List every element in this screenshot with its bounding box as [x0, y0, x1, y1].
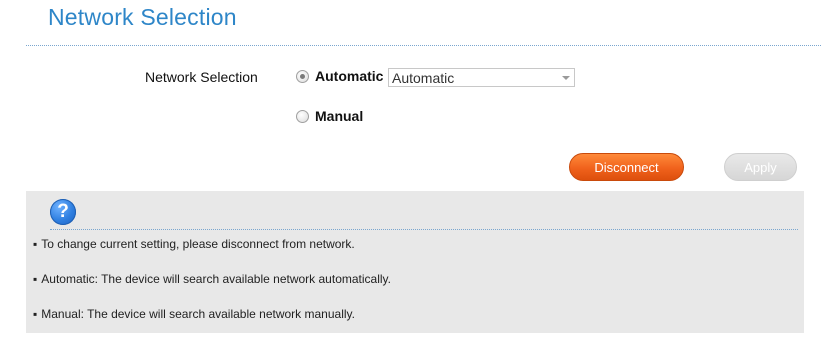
manual-radio-button[interactable] — [296, 109, 309, 123]
network-selection-label: Network Selection — [145, 69, 258, 85]
bullet-icon: ▪ — [33, 307, 38, 321]
help-text-line: ▪ Automatic: The device will search avail… — [33, 272, 391, 286]
help-divider — [50, 229, 798, 230]
manual-radio-label: Manual — [315, 108, 364, 124]
help-text: To change current setting, please discon… — [41, 237, 355, 251]
help-text: Manual: The device will search available… — [41, 307, 355, 321]
automatic-radio-label: Automatic — [315, 68, 384, 84]
help-text: Automatic: The device will search availa… — [41, 272, 391, 286]
title-divider — [26, 45, 821, 46]
help-text-line: ▪ Manual: The device will search availabl… — [33, 307, 355, 321]
apply-button[interactable]: Apply — [724, 153, 797, 181]
page-title: Network Selection — [48, 4, 237, 30]
bullet-icon: ▪ — [33, 237, 38, 251]
manual-radio-option[interactable]: Manual — [296, 108, 363, 124]
automatic-radio-option[interactable]: Automatic — [296, 68, 383, 84]
bullet-icon: ▪ — [33, 272, 38, 286]
automatic-radio-button[interactable] — [296, 69, 309, 83]
network-mode-select[interactable]: Automatic — [388, 68, 575, 87]
question-mark-icon[interactable]: ? — [50, 199, 76, 225]
network-mode-select-value: Automatic — [392, 69, 455, 86]
help-text-line: ▪ To change current setting, please disco… — [33, 237, 355, 251]
chevron-down-icon — [562, 76, 570, 80]
disconnect-button[interactable]: Disconnect — [569, 153, 684, 181]
help-panel: ? ▪ To change current setting, please dis… — [26, 191, 804, 333]
